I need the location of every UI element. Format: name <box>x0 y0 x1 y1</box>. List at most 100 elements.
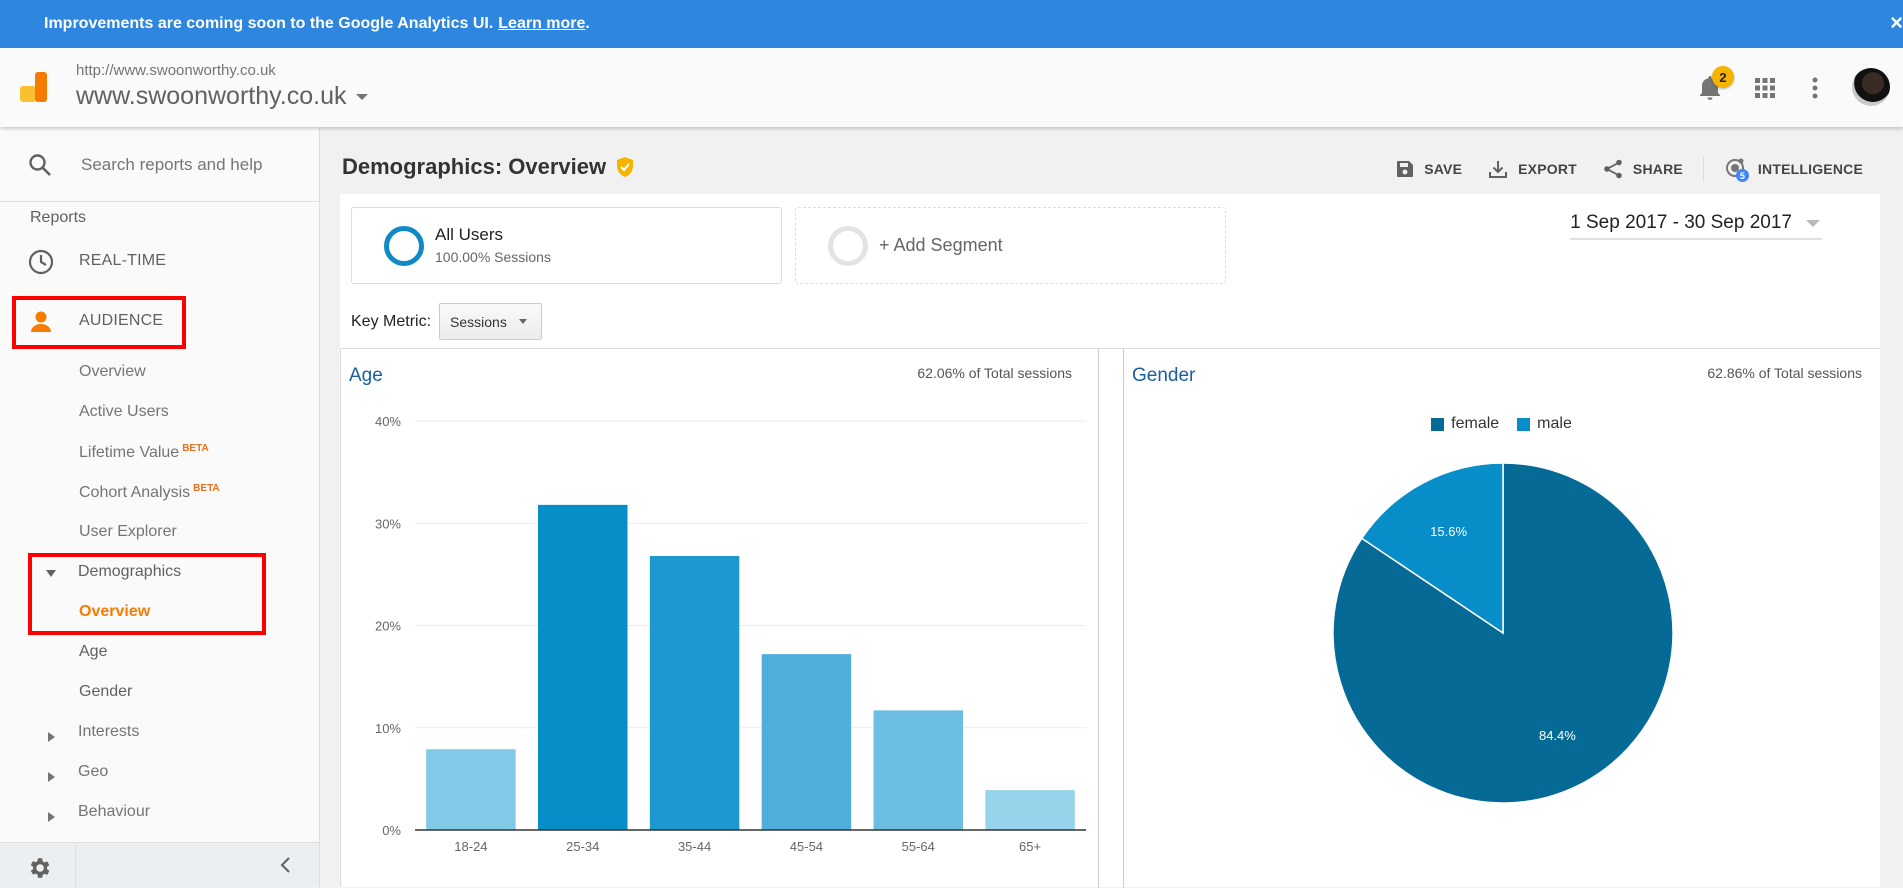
beta-badge: BETA <box>182 443 209 454</box>
save-button[interactable]: SAVE <box>1396 160 1462 178</box>
learn-more-link[interactable]: Learn more <box>498 15 585 33</box>
sidebar-item-lifetime-value[interactable]: Lifetime Value BETA <box>79 443 209 462</box>
intelligence-label: INTELLIGENCE <box>1757 161 1863 177</box>
sidebar-item-age[interactable]: Age <box>79 643 107 661</box>
key-metric-label: Key Metric: <box>351 312 432 330</box>
sidebar-item-label: REAL-TIME <box>79 252 167 269</box>
export-label: EXPORT <box>1518 161 1577 177</box>
avatar[interactable] <box>1852 68 1890 106</box>
segment-ring-icon <box>828 226 868 266</box>
page-title: Demographics: Overview <box>342 154 635 180</box>
y-tick-label: 0% <box>382 823 401 838</box>
caret-right-icon[interactable] <box>48 772 55 782</box>
report-content: All Users 100.00% Sessions + Add Segment… <box>340 194 1880 888</box>
download-icon <box>1489 161 1508 178</box>
caret-right-icon[interactable] <box>48 732 55 742</box>
bar-65+[interactable] <box>985 790 1075 830</box>
segment-sessions: 100.00% Sessions <box>435 249 551 265</box>
gender-panel: Gender 62.86% of Total sessions female m… <box>1123 349 1880 888</box>
search-reports-input[interactable]: Search reports and help <box>0 127 319 202</box>
segment-ring-icon <box>384 226 424 266</box>
gear-icon[interactable] <box>26 855 52 881</box>
segment-all-users[interactable]: All Users 100.00% Sessions <box>351 207 782 284</box>
property-selector[interactable]: www.swoonworthy.co.uk <box>76 82 369 111</box>
sidebar-item-realtime[interactable]: REAL-TIME <box>0 239 319 283</box>
close-icon[interactable]: × <box>1881 10 1903 36</box>
x-tick-label: 55-64 <box>902 839 935 854</box>
export-button[interactable]: EXPORT <box>1488 159 1577 179</box>
caret-right-icon[interactable] <box>48 812 55 822</box>
sidebar-item-audience[interactable]: AUDIENCE <box>0 299 319 343</box>
sidebar-item-interests[interactable]: Interests <box>78 723 139 741</box>
person-icon <box>31 311 51 332</box>
reports-heading: Reports <box>30 209 87 226</box>
analytics-logo[interactable] <box>18 70 52 104</box>
sidebar: Search reports and help Reports REAL-TIM… <box>0 127 320 888</box>
caret-down-icon[interactable] <box>46 570 56 577</box>
age-bar-chart: 0% 10% 20% 30% 40% 18-24 25-34 35-44 45-54 55-64 6… <box>375 414 1086 854</box>
add-segment-button[interactable]: + Add Segment <box>795 207 1226 284</box>
page-title-text: Demographics: Overview <box>342 154 607 179</box>
sidebar-item-cohort-analysis[interactable]: Cohort Analysis BETA <box>79 483 220 502</box>
bar-35-44[interactable] <box>649 555 740 830</box>
notifications-button[interactable]: 2 <box>1692 66 1734 106</box>
intelligence-badge: 5 <box>1735 169 1749 182</box>
date-range-text: 1 Sep 2017 - 30 Sep 2017 <box>1570 212 1792 233</box>
search-placeholder: Search reports and help <box>81 155 263 174</box>
y-tick-label: 10% <box>375 721 401 736</box>
sidebar-item-gender[interactable]: Gender <box>79 683 132 701</box>
sidebar-item-demographics[interactable]: Demographics <box>78 563 181 581</box>
bar-45-54[interactable] <box>761 654 852 830</box>
intelligence-icon-wrap: 5 <box>1724 157 1749 182</box>
x-tick-label: 65+ <box>1019 839 1041 854</box>
sidebar-footer <box>0 842 319 888</box>
chevron-down-icon <box>518 319 527 324</box>
bar-55-64[interactable] <box>873 710 963 830</box>
add-segment-label: + Add Segment <box>879 235 1003 255</box>
sidebar-item-label: AUDIENCE <box>79 312 164 329</box>
actions-divider <box>1702 156 1704 182</box>
more-vert-icon <box>1812 77 1818 99</box>
bar-25-34[interactable] <box>538 504 628 830</box>
x-tick-label: 18-24 <box>454 839 487 854</box>
sidebar-item-geo[interactable]: Geo <box>78 763 108 781</box>
key-metric-select[interactable]: Sessions <box>439 303 542 340</box>
charts-area: Age 62.06% of Total sessions 0% 10% 20% 30%… <box>340 348 1880 888</box>
share-icon <box>1604 159 1622 179</box>
intelligence-button[interactable]: 5 INTELLIGENCE <box>1724 157 1863 182</box>
date-range-picker[interactable]: 1 Sep 2017 - 30 Sep 2017 <box>1570 212 1822 240</box>
share-label: SHARE <box>1632 161 1683 177</box>
search-icon <box>29 154 51 176</box>
pie-label-female: 84.4% <box>1539 728 1576 743</box>
app-header: http://www.swoonworthy.co.uk www.swoonwo… <box>0 48 1903 127</box>
apps-button[interactable] <box>1747 70 1783 106</box>
page-gutter <box>1880 194 1903 887</box>
clock-icon <box>28 249 54 275</box>
save-icon <box>1397 161 1414 177</box>
report-actions: SAVE EXPORT SHARE 5 INTELLIGENCE <box>1370 156 1863 182</box>
sidebar-item-demographics-overview[interactable]: Overview <box>79 603 150 621</box>
sidebar-item-label: Lifetime Value <box>79 444 180 461</box>
sidebar-item-active-users[interactable]: Active Users <box>79 403 169 421</box>
announcement-banner: Improvements are coming soon to the Goog… <box>0 0 1903 48</box>
apps-grid-icon <box>1755 78 1775 98</box>
panel-divider <box>1098 349 1099 888</box>
sidebar-item-audience-overview[interactable]: Overview <box>79 363 146 381</box>
x-tick-label: 45-54 <box>790 839 823 854</box>
chevron-left-icon[interactable] <box>278 855 292 875</box>
y-tick-label: 20% <box>375 619 401 634</box>
banner-message: Improvements are coming soon to the Goog… <box>44 15 494 32</box>
bar-18-24[interactable] <box>426 749 516 830</box>
sidebar-item-behaviour[interactable]: Behaviour <box>78 803 150 821</box>
beta-badge: BETA <box>193 483 220 494</box>
share-button[interactable]: SHARE <box>1603 159 1683 179</box>
age-panel: Age 62.06% of Total sessions 0% 10% 20% 30%… <box>341 349 1098 888</box>
more-options-button[interactable] <box>1797 70 1833 106</box>
sidebar-item-label: Cohort Analysis <box>79 484 191 501</box>
x-tick-label: 25-34 <box>566 839 599 854</box>
sidebar-item-user-explorer[interactable]: User Explorer <box>79 523 177 541</box>
chevron-down-icon <box>356 93 369 100</box>
gender-pie-chart: 84.4% 15.6% <box>1332 462 1674 804</box>
verified-shield-icon <box>617 157 634 177</box>
save-label: SAVE <box>1424 161 1463 177</box>
